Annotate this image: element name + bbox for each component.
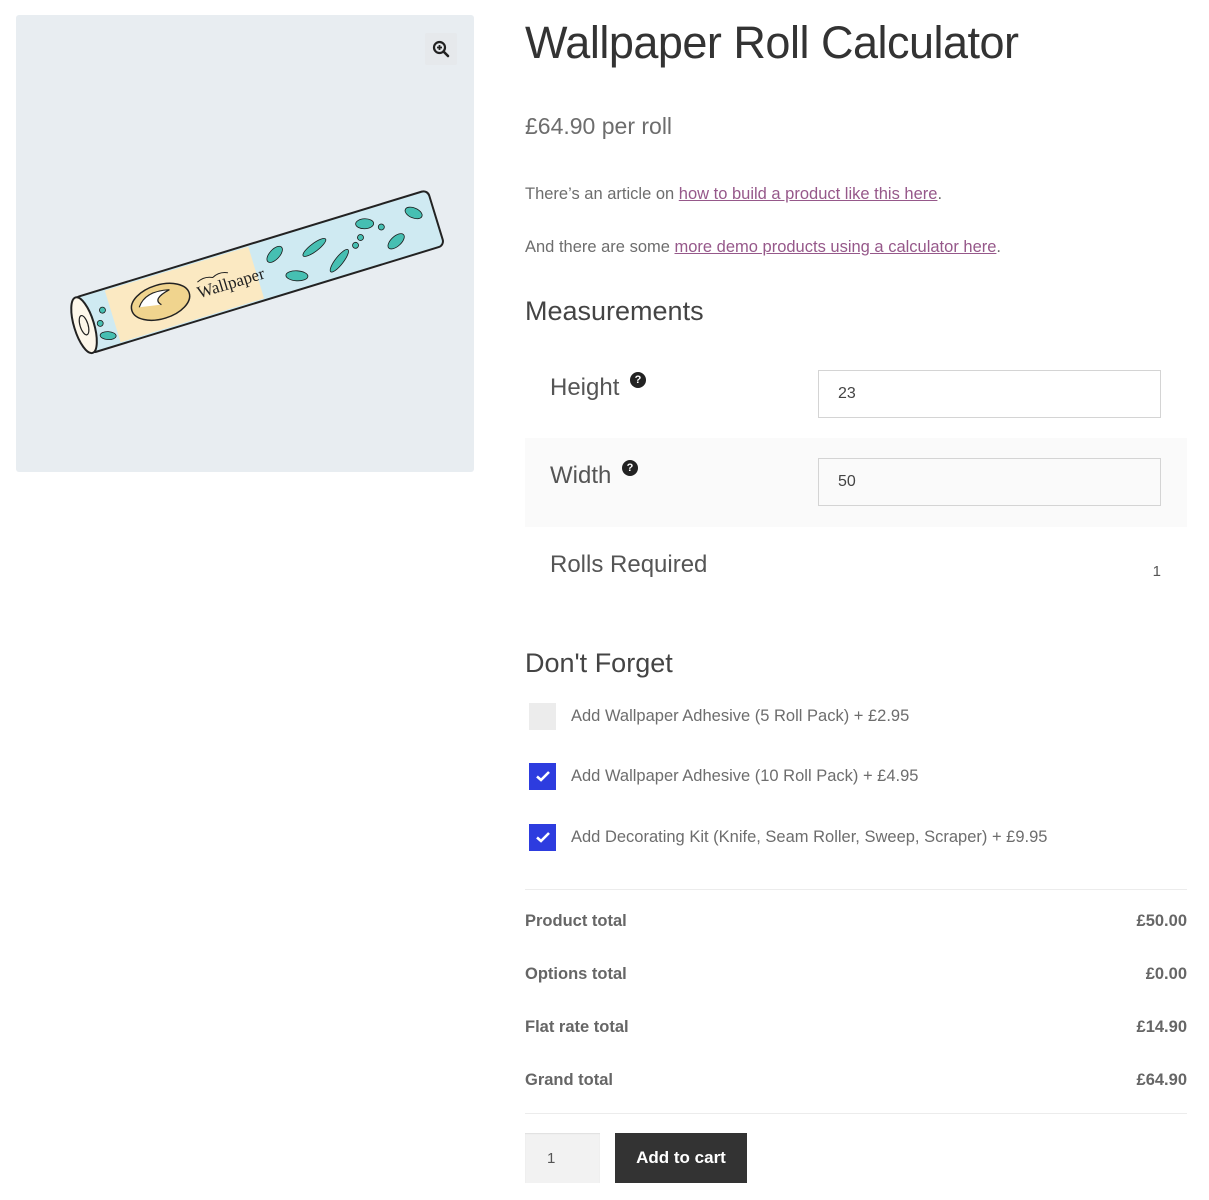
measurements-heading: Measurements xyxy=(525,296,704,326)
addon-option[interactable]: Add Wallpaper Adhesive (10 Roll Pack) + … xyxy=(529,762,918,790)
rolls-required-row: Rolls Required 1 xyxy=(525,527,1187,616)
height-input[interactable] xyxy=(818,370,1161,418)
addon-option[interactable]: Add Wallpaper Adhesive (5 Roll Pack) + £… xyxy=(529,702,909,730)
question-circle-icon[interactable]: ? xyxy=(630,372,646,388)
wallpaper-roll-illustration: Wallpaper xyxy=(70,190,444,355)
dont-forget-heading: Don't Forget xyxy=(525,648,673,678)
grand-total-row: Grand total £64.90 xyxy=(525,1071,1187,1090)
intro-text: . xyxy=(996,238,1002,256)
addon-label: Add Wallpaper Adhesive (10 Roll Pack) + … xyxy=(571,766,919,785)
total-value: £64.90 xyxy=(1136,1071,1187,1089)
add-to-cart-button[interactable]: Add to cart xyxy=(615,1133,747,1183)
addon-label: Add Decorating Kit (Knife, Seam Roller, … xyxy=(571,827,1048,846)
total-value: £50.00 xyxy=(1136,912,1187,930)
divider xyxy=(525,1113,1187,1114)
width-input[interactable] xyxy=(818,458,1161,506)
addon-checkbox-unchecked[interactable] xyxy=(529,702,556,730)
magnifier-plus-icon xyxy=(432,40,450,58)
product-gallery: Wallpaper xyxy=(16,15,474,472)
intro-paragraph-2: And there are some more demo products us… xyxy=(525,238,1001,257)
divider xyxy=(525,889,1187,890)
intro-text: There’s an article on xyxy=(525,185,679,203)
options-total-row: Options total £0.00 xyxy=(525,965,1187,984)
total-label: Product total xyxy=(525,912,627,930)
quantity-input[interactable] xyxy=(525,1133,600,1183)
addon-checkbox-checked[interactable] xyxy=(529,823,556,851)
total-label: Options total xyxy=(525,965,627,983)
product-total-row: Product total £50.00 xyxy=(525,912,1187,931)
checkmark-icon xyxy=(535,832,550,843)
question-circle-icon[interactable]: ? xyxy=(622,460,638,476)
width-row: Width ? xyxy=(525,438,1187,527)
addon-label: Add Wallpaper Adhesive (5 Roll Pack) + £… xyxy=(571,706,910,725)
intro-text: . xyxy=(937,185,943,203)
intro-text: And there are some xyxy=(525,238,675,256)
height-label: Height xyxy=(550,374,620,401)
rolls-required-label: Rolls Required xyxy=(550,551,708,578)
demo-products-link[interactable]: more demo products using a calculator he… xyxy=(675,238,997,256)
product-image[interactable]: Wallpaper xyxy=(52,165,462,365)
total-label: Flat rate total xyxy=(525,1018,629,1036)
addon-checkbox-checked[interactable] xyxy=(529,762,556,790)
product-price: £64.90 per roll xyxy=(525,113,673,139)
total-value: £0.00 xyxy=(1145,965,1187,983)
total-value: £14.90 xyxy=(1136,1018,1187,1036)
product-title: Wallpaper Roll Calculator xyxy=(525,17,1019,68)
zoom-button[interactable] xyxy=(425,33,457,65)
addon-option[interactable]: Add Decorating Kit (Knife, Seam Roller, … xyxy=(529,823,1047,851)
width-label: Width xyxy=(550,462,612,489)
intro-paragraph-1: There’s an article on how to build a pro… xyxy=(525,185,942,204)
rolls-required-value: 1 xyxy=(1152,563,1161,580)
total-label: Grand total xyxy=(525,1071,614,1089)
checkmark-icon xyxy=(535,771,550,782)
article-link[interactable]: how to build a product like this here xyxy=(679,185,938,203)
flat-rate-total-row: Flat rate total £14.90 xyxy=(525,1018,1187,1037)
height-row: Height ? xyxy=(525,350,1187,439)
